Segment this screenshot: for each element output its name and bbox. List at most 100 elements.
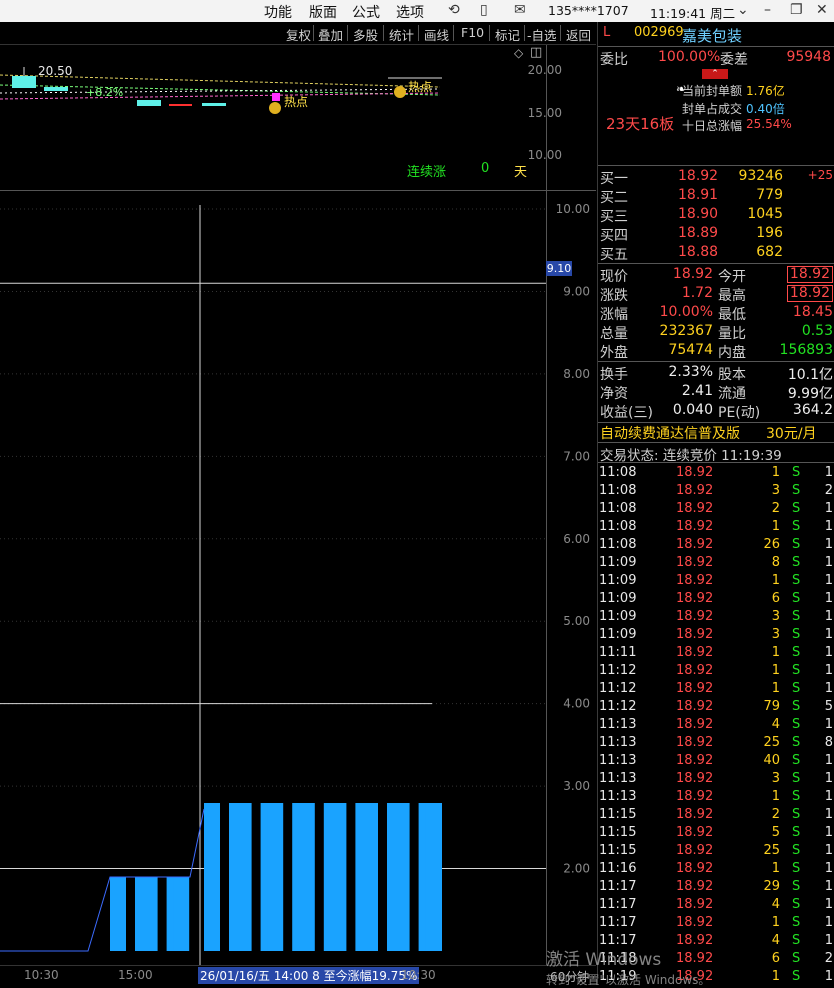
close-icon[interactable]: ✕ [816, 2, 828, 18]
collapse-toggle-icon[interactable]: ⌃ [702, 69, 728, 79]
bid-row[interactable]: 买二 18.91 779 [598, 187, 834, 206]
tick-row[interactable]: 11:12 18.92 79 S 5 [598, 699, 834, 717]
tick-count: 1 [824, 807, 833, 822]
tick-side: S [792, 861, 801, 876]
toolbar-f10-button[interactable]: F10 [461, 25, 484, 40]
tick-row[interactable]: 11:09 18.92 3 S 1 [598, 627, 834, 645]
tick-price: 18.92 [676, 501, 714, 516]
tick-row[interactable]: 11:11 18.92 1 S 1 [598, 645, 834, 663]
quote-panel: L 002969 嘉美包装 委比 100.00% 委差 95948 ⌃ ❧ 当前… [597, 22, 834, 985]
bid-row[interactable]: 买五 18.88 682 [598, 244, 834, 263]
bid-row[interactable]: 买一 18.92 93246 +25 [598, 168, 834, 187]
toolbar-mark-button[interactable]: 标记 [495, 25, 520, 44]
tick-row[interactable]: 11:08 18.92 3 S 2 [598, 483, 834, 501]
ad-price[interactable]: 30元/月 [766, 423, 817, 443]
toolbar-fuquan-button[interactable]: 复权 [286, 25, 311, 44]
sub-chart-panel[interactable]: 10.00 9.00 8.00 7.00 6.00 5.00 4.00 3.00 2.00 9.… [0, 191, 596, 965]
account-label[interactable]: 135****1707 [548, 3, 629, 18]
hot-label[interactable]: 热点 [408, 78, 432, 95]
tick-row[interactable]: 11:13 18.92 3 S 1 [598, 771, 834, 789]
tick-side: S [792, 519, 801, 534]
tick-row[interactable]: 11:12 18.92 1 S 1 [598, 663, 834, 681]
tick-row[interactable]: 11:12 18.92 1 S 1 [598, 681, 834, 699]
menu-formula[interactable]: 公式 [352, 2, 380, 22]
refresh-icon[interactable]: ⟲ [448, 2, 460, 18]
tick-row[interactable]: 11:13 18.92 1 S 1 [598, 789, 834, 807]
tick-count: 1 [824, 879, 833, 894]
trade-status: 交易状态: 连续竞价 11:19:39 [600, 448, 782, 464]
tick-row[interactable]: 11:08 18.92 1 S 1 [598, 519, 834, 537]
tick-row[interactable]: 11:15 18.92 2 S 1 [598, 807, 834, 825]
tick-row[interactable]: 11:08 18.92 2 S 1 [598, 501, 834, 519]
tick-row[interactable]: 11:09 18.92 6 S 1 [598, 591, 834, 609]
tick-row[interactable]: 11:08 18.92 1 S 1 [598, 465, 834, 483]
tick-row[interactable]: 11:17 18.92 29 S 1 [598, 879, 834, 897]
phone-icon[interactable]: ▯ [480, 2, 488, 18]
menu-function[interactable]: 功能 [264, 2, 292, 22]
toolbar-remove-watchlist-button[interactable]: -自选 [527, 25, 557, 44]
tick-row[interactable]: 11:13 18.92 25 S 8 [598, 735, 834, 753]
tick-time: 11:17 [599, 915, 637, 930]
stat-row: 净资 2.41 流通 9.99亿 [598, 383, 834, 402]
tick-time: 11:17 [599, 879, 637, 894]
hot-label[interactable]: 热点 [284, 93, 308, 110]
message-icon[interactable]: ✉ [514, 2, 526, 18]
restore-icon[interactable]: ❐ [790, 2, 803, 18]
tick-volume: 8 [771, 555, 780, 570]
kline-panel[interactable]: ◇ ◫ 20.00 15.00 10.00 20.50 +8.2% 热点 热点 … [0, 45, 596, 191]
stock-name[interactable]: 嘉美包装 [682, 25, 742, 46]
tick-row[interactable]: 11:13 18.92 40 S 1 [598, 753, 834, 771]
tick-count: 8 [824, 735, 833, 750]
stat-label: 内盘 [718, 345, 746, 361]
stock-code[interactable]: 002969 [634, 25, 684, 40]
toolbar-draw-button[interactable]: 画线 [424, 25, 449, 44]
tick-side: S [792, 591, 801, 606]
stat-row: 外盘 75474 内盘 156893 [598, 342, 834, 361]
toolbar-overlay-button[interactable]: 叠加 [318, 25, 343, 44]
stat-label: 涨跌 [600, 288, 628, 304]
bid-label: 买一 [600, 171, 628, 187]
tick-volume: 25 [763, 843, 780, 858]
tick-volume: 79 [763, 699, 780, 714]
clock: 11:19:41 周二 [650, 6, 736, 21]
y-tick-label: 7.00 [563, 449, 590, 463]
tick-count: 1 [824, 609, 833, 624]
y-tick-label: 3.00 [563, 779, 590, 793]
bid-row[interactable]: 买四 18.89 196 [598, 225, 834, 244]
menu-options[interactable]: 选项 [396, 2, 424, 22]
tick-volume: 26 [763, 537, 780, 552]
tick-row[interactable]: 11:16 18.92 1 S 1 [598, 861, 834, 879]
tick-volume: 1 [771, 645, 780, 660]
tick-row[interactable]: 11:17 18.92 1 S 1 [598, 915, 834, 933]
tick-volume: 5 [771, 825, 780, 840]
bid-price: 18.92 [678, 168, 719, 184]
tick-count: 1 [824, 825, 833, 840]
toolbar-multi-button[interactable]: 多股 [353, 25, 378, 44]
toolbar-stats-button[interactable]: 统计 [389, 25, 414, 44]
minimize-icon[interactable]: – [764, 2, 771, 18]
tick-row[interactable]: 11:08 18.92 26 S 1 [598, 537, 834, 555]
tick-time: 11:09 [599, 573, 637, 588]
dropdown-icon[interactable]: ⌄ [737, 2, 749, 18]
tick-row[interactable]: 11:13 18.92 4 S 1 [598, 717, 834, 735]
ad-text[interactable]: 自动续费通达信普及版 [600, 423, 740, 443]
bid-row[interactable]: 买三 18.90 1045 [598, 206, 834, 225]
tick-row[interactable]: 11:15 18.92 5 S 1 [598, 825, 834, 843]
tick-row[interactable]: 11:17 18.92 4 S 1 [598, 897, 834, 915]
cursor-value-badge: 9.10 [546, 261, 572, 276]
tick-price: 18.92 [676, 897, 714, 912]
bid-price: 18.90 [678, 206, 719, 222]
tick-volume: 3 [771, 483, 780, 498]
tick-row[interactable]: 11:09 18.92 3 S 1 [598, 609, 834, 627]
tick-side: S [792, 789, 801, 804]
tick-count: 1 [824, 771, 833, 786]
menu-layout[interactable]: 版面 [309, 2, 337, 22]
stat-value: 156893 [779, 342, 833, 358]
toolbar-back-button[interactable]: 返回 [566, 25, 591, 44]
tick-count: 1 [824, 663, 833, 678]
tick-row[interactable]: 11:09 18.92 8 S 1 [598, 555, 834, 573]
tick-row[interactable]: 11:09 18.92 1 S 1 [598, 573, 834, 591]
tick-price: 18.92 [676, 861, 714, 876]
tick-count: 1 [824, 645, 833, 660]
tick-row[interactable]: 11:15 18.92 25 S 1 [598, 843, 834, 861]
